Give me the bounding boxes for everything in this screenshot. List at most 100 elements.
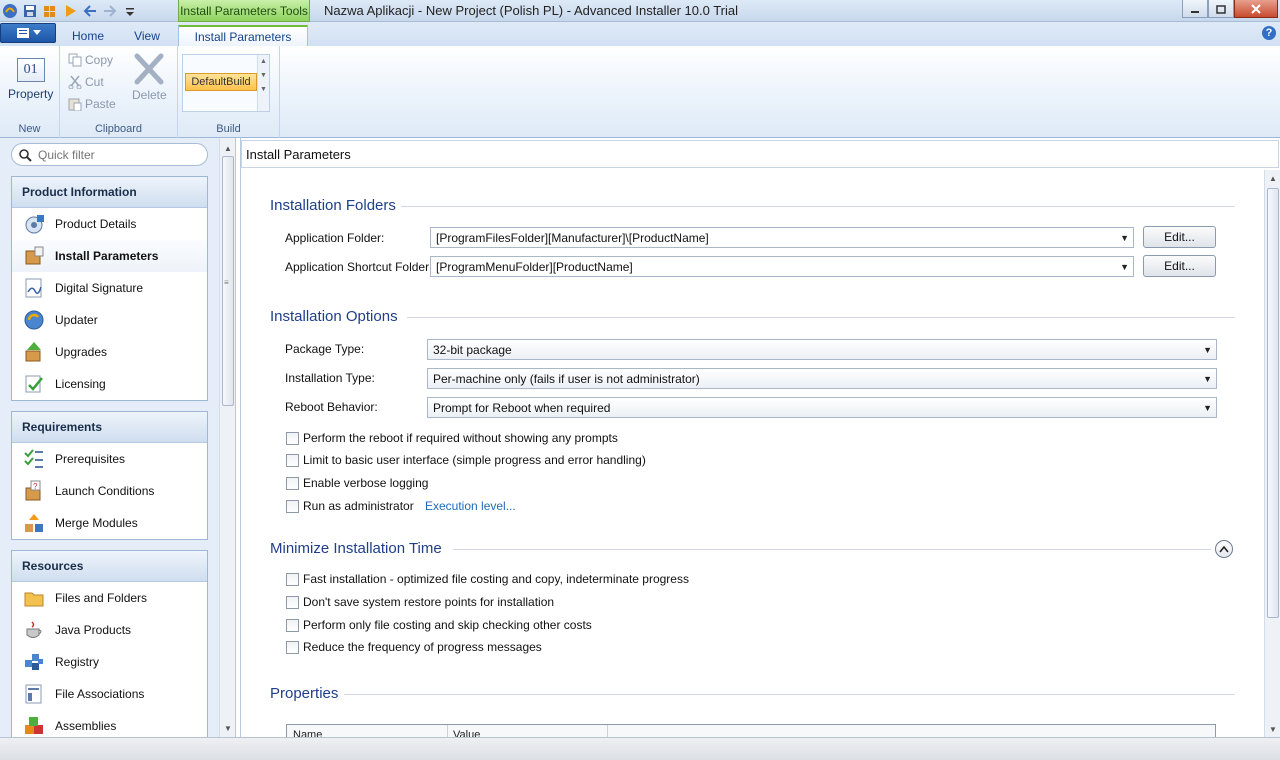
nav-group-requirements: Requirements Prerequisites ? Launch Cond… [11,411,208,540]
build-configuration-item[interactable]: DefaultBuild [185,73,257,91]
copy-button[interactable]: Copy [68,53,113,67]
content-scrollbar[interactable]: ▲ ▼ [1264,170,1280,737]
checkbox-box[interactable] [286,453,299,467]
build-configuration-list[interactable]: DefaultBuild ▲ ▼ ▼ [182,54,270,112]
run-as-administrator-checkbox[interactable]: Run as administrator [286,499,414,513]
sidebar-item-file-associations[interactable]: File Associations [12,678,207,710]
save-icon[interactable] [22,3,38,19]
customize-toolbar-icon[interactable] [122,3,138,19]
cut-button[interactable]: Cut [68,75,104,89]
sidebar-item-label: Files and Folders [55,591,148,605]
installation-type-select[interactable]: Per-machine only (fails if user is not a… [427,368,1217,389]
quick-filter-input[interactable] [38,147,198,162]
fast-installation-checkbox[interactable]: Fast installation - optimized file costi… [286,572,689,586]
help-icon[interactable]: ? [1262,26,1276,40]
execution-level-link[interactable]: Execution level... [425,499,516,513]
checkbox-box[interactable] [286,572,299,586]
delete-button[interactable]: Delete [132,52,167,102]
scroll-down-icon[interactable]: ▼ [1265,721,1280,737]
checkbox-box[interactable] [286,499,299,513]
nav-group-header[interactable]: Requirements [12,412,207,443]
nav-group-header[interactable]: Resources [12,551,207,582]
minimize-button[interactable] [1182,0,1208,18]
build-list-scrollbar[interactable]: ▲ ▼ ▼ [257,55,269,111]
edit-shortcut-folder-button[interactable]: Edit... [1143,255,1216,277]
checkbox-box[interactable] [286,618,299,632]
quick-filter[interactable] [11,143,208,166]
reboot-without-prompts-checkbox[interactable]: Perform the reboot if required without s… [286,431,618,445]
checkbox-box[interactable] [286,476,299,490]
upgrades-icon [23,341,45,363]
sidebar-item-label: Product Details [55,217,137,231]
build-icon[interactable] [42,3,58,19]
edit-application-folder-button[interactable]: Edit... [1143,226,1216,248]
new-property-label: Property [8,87,54,101]
paste-button[interactable]: Paste [68,97,116,111]
scroll-down-icon[interactable]: ▼ [220,720,236,736]
ribbon-tabs: Home View Install Parameters ? [0,22,1280,46]
nav-group-resources: Resources Files and Folders Java Product… [11,550,208,738]
basic-ui-checkbox[interactable]: Limit to basic user interface (simple pr… [286,453,646,467]
checkbox-box[interactable] [286,595,299,609]
verbose-logging-checkbox[interactable]: Enable verbose logging [286,476,428,490]
forward-arrow-icon[interactable] [102,3,118,19]
checkbox-box[interactable] [286,431,299,445]
reduce-progress-messages-checkbox[interactable]: Reduce the frequency of progress message… [286,640,542,654]
sidebar-item-java-products[interactable]: Java Products [12,614,207,646]
reboot-behavior-select[interactable]: Prompt for Reboot when required ▼ [427,397,1217,418]
tab-install-parameters[interactable]: Install Parameters [178,25,308,46]
scroll-up-icon[interactable]: ▲ [1265,170,1280,186]
sidebar-item-product-details[interactable]: Product Details [12,208,207,240]
new-property-button[interactable]: 01 Property [8,58,53,101]
scroll-up-icon[interactable]: ▲ [258,55,269,69]
sidebar-item-registry[interactable]: Registry [12,646,207,678]
maximize-button[interactable] [1208,0,1234,18]
package-type-label: Package Type: [285,342,365,356]
sidebar-item-merge-modules[interactable]: Merge Modules [12,507,207,539]
installation-type-value: Per-machine only (fails if user is not a… [433,371,700,386]
tab-view[interactable]: View [120,25,174,46]
application-folder-combo[interactable]: [ProgramFilesFolder][Manufacturer]\[Prod… [430,227,1134,248]
splitter-grip-icon[interactable]: ≡ [224,278,232,287]
back-arrow-icon[interactable] [82,3,98,19]
no-restore-points-checkbox[interactable]: Don't save system restore points for ins… [286,595,554,609]
nav-group-header[interactable]: Product Information [12,177,207,208]
checkbox-box[interactable] [286,640,299,654]
scroll-up-icon[interactable]: ▲ [220,140,236,156]
sidebar-item-licensing[interactable]: Licensing [12,368,207,400]
dropdown-arrow-icon[interactable]: ▼ [1120,233,1129,243]
sidebar-item-upgrades[interactable]: Upgrades [12,336,207,368]
application-shortcut-folder-combo[interactable]: [ProgramMenuFolder][ProductName] ▼ [430,256,1134,277]
sidebar-item-prerequisites[interactable]: Prerequisites [12,443,207,475]
checkbox-label: Don't save system restore points for ins… [303,595,555,609]
dropdown-arrow-icon[interactable]: ▼ [1203,374,1212,384]
sidebar-item-assemblies[interactable]: Assemblies [12,710,207,737]
package-type-select[interactable]: 32-bit package ▼ [427,339,1217,360]
application-shortcut-folder-value: [ProgramMenuFolder][ProductName] [436,259,633,274]
file-costing-only-checkbox[interactable]: Perform only file costing and skip check… [286,618,592,632]
collapse-section-button[interactable] [1215,540,1233,558]
close-button[interactable] [1234,0,1278,18]
sidebar-item-updater[interactable]: Updater [12,304,207,336]
dropdown-arrow-icon[interactable]: ▼ [1120,262,1129,272]
context-tab-group: Install Parameters Tools [178,0,310,22]
sidebar-item-digital-signature[interactable]: Digital Signature [12,272,207,304]
tab-home[interactable]: Home [60,25,116,46]
app-logo-icon[interactable] [2,3,18,19]
title-bar: Install Parameters Tools Nazwa Aplikacji… [0,0,1280,22]
run-icon[interactable] [62,3,78,19]
sidebar-item-label: Launch Conditions [55,484,155,498]
sidebar-item-launch-conditions[interactable]: ? Launch Conditions [12,475,207,507]
sidebar-item-label: Install Parameters [55,249,159,263]
scrollbar-thumb[interactable] [1267,188,1279,618]
application-menu-button[interactable] [0,23,56,43]
sidebar-item-files-and-folders[interactable]: Files and Folders [12,582,207,614]
navigation-scrollbar[interactable]: ▲ ≡ ▼ [219,138,235,737]
menu-icon [16,28,29,38]
sidebar-item-install-parameters[interactable]: Install Parameters [12,240,207,272]
checkbox-label: Limit to basic user interface (simple pr… [303,453,646,467]
expand-gallery-icon[interactable]: ▼ [258,83,269,97]
dropdown-arrow-icon[interactable]: ▼ [1203,345,1212,355]
scroll-down-icon[interactable]: ▼ [258,69,269,83]
dropdown-arrow-icon[interactable]: ▼ [1203,403,1212,413]
